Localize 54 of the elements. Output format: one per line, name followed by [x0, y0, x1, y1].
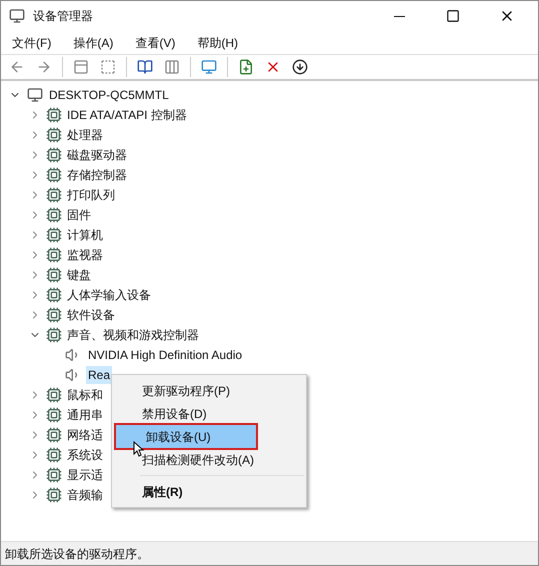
- device-icon: [46, 227, 62, 243]
- device-icon: [46, 247, 62, 263]
- tree-item[interactable]: NVIDIA High Definition Audio: [86, 346, 244, 364]
- menu-item[interactable]: 属性(R): [112, 480, 306, 503]
- tree-item[interactable]: 处理器: [67, 126, 103, 144]
- device-icon: [46, 467, 62, 483]
- tree-item[interactable]: 键盘: [67, 266, 91, 284]
- tree-item[interactable]: 显示适: [67, 466, 103, 484]
- tree-item[interactable]: 固件: [67, 206, 91, 224]
- device-icon: [46, 427, 62, 443]
- menu-item[interactable]: 操作(A): [66, 32, 120, 54]
- device-icon: [46, 327, 62, 343]
- device-icon: [46, 167, 62, 183]
- device-icon: [46, 187, 62, 203]
- device-icon: [46, 127, 62, 143]
- tree-item[interactable]: 监视器: [67, 246, 103, 264]
- tree-item[interactable]: 磁盘驱动器: [67, 146, 127, 164]
- window-title: 设备管理器: [33, 8, 93, 25]
- tree-item[interactable]: 打印队列: [67, 186, 115, 204]
- device-icon: [46, 267, 62, 283]
- tree-item[interactable]: 软件设备: [67, 306, 115, 324]
- tree-item[interactable]: 计算机: [67, 226, 103, 244]
- menu-item[interactable]: 帮助(H): [190, 32, 245, 54]
- device-icon: [46, 387, 62, 403]
- menu-item[interactable]: 禁用设备(D): [112, 402, 306, 425]
- status-bar: 卸载所选设备的驱动程序。: [1, 541, 538, 565]
- menu-item[interactable]: 卸载设备(U): [116, 425, 256, 448]
- tree-item[interactable]: 存储控制器: [67, 166, 127, 184]
- device-icon: [46, 307, 62, 323]
- tree-item[interactable]: 鼠标和: [67, 386, 103, 404]
- device-icon: [46, 447, 62, 463]
- menu-item[interactable]: 扫描检测硬件改动(A): [112, 448, 306, 471]
- tree-item[interactable]: 音频输: [67, 486, 103, 504]
- menu-item[interactable]: 查看(V): [128, 32, 182, 54]
- device-icon: [46, 107, 62, 123]
- menu-item[interactable]: 更新驱动程序(P): [112, 379, 306, 402]
- tree-item[interactable]: 声音、视频和游戏控制器: [67, 326, 199, 344]
- tree-item[interactable]: Rea: [86, 366, 112, 384]
- tree-item[interactable]: 通用串: [67, 406, 103, 424]
- menu-item[interactable]: 文件(F): [5, 32, 58, 54]
- device-icon: [46, 407, 62, 423]
- tree-item[interactable]: 人体学输入设备: [67, 286, 151, 304]
- device-icon: [46, 287, 62, 303]
- device-icon: [46, 487, 62, 503]
- cursor-icon: [133, 441, 144, 457]
- computer-icon: [27, 87, 43, 103]
- tree-item[interactable]: 系统设: [67, 446, 103, 464]
- tree-item[interactable]: IDE ATA/ATAPI 控制器: [67, 106, 187, 124]
- device-icon: [46, 147, 62, 163]
- tree-item[interactable]: DESKTOP-QC5MMTL: [49, 86, 169, 104]
- tree-item[interactable]: 网络适: [67, 426, 103, 444]
- app-icon: [9, 8, 25, 24]
- device-icon: [46, 207, 62, 223]
- maximize-icon: [446, 9, 460, 23]
